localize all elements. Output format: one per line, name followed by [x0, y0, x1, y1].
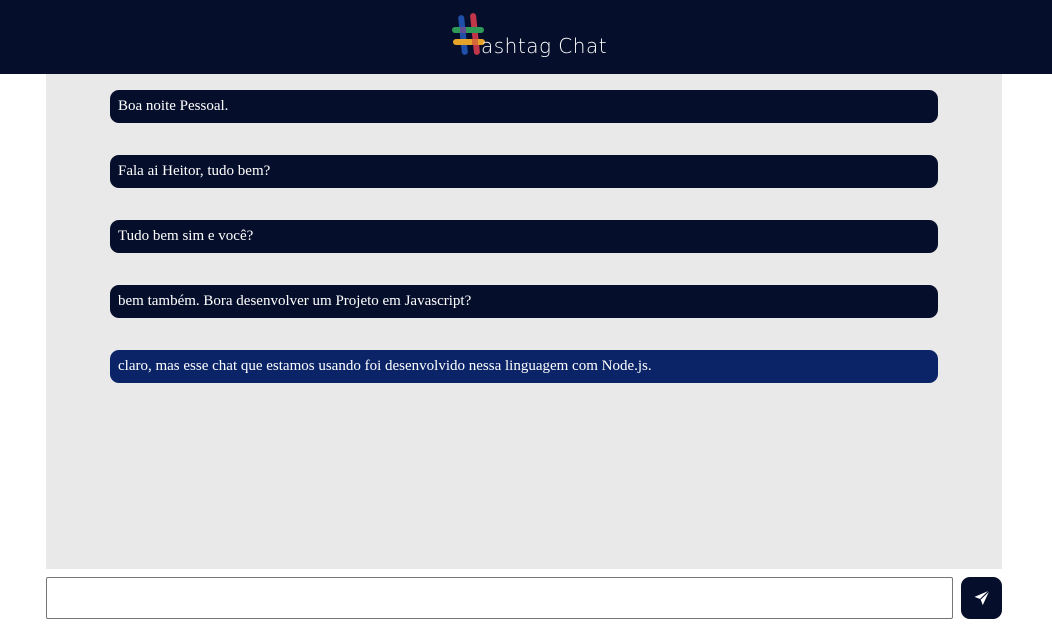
app-header: ashtag Chat: [0, 0, 1052, 74]
message-input[interactable]: [46, 577, 953, 619]
logo-text: ashtag Chat: [481, 34, 608, 58]
chat-messages-area[interactable]: Boa noite Pessoal. Fala ai Heitor, tudo …: [46, 74, 1002, 569]
send-button[interactable]: [961, 577, 1002, 619]
chat-message: Tudo bem sim e você?: [110, 220, 938, 253]
hashtag-chat-logo: ashtag Chat: [451, 12, 611, 60]
paper-plane-icon: [974, 590, 990, 606]
chat-message: bem também. Bora desenvolver um Projeto …: [110, 285, 938, 318]
own-chat-message: claro, mas esse chat que estamos usando …: [110, 350, 938, 383]
chat-message: Fala ai Heitor, tudo bem?: [110, 155, 938, 188]
chat-message: Boa noite Pessoal.: [110, 90, 938, 123]
